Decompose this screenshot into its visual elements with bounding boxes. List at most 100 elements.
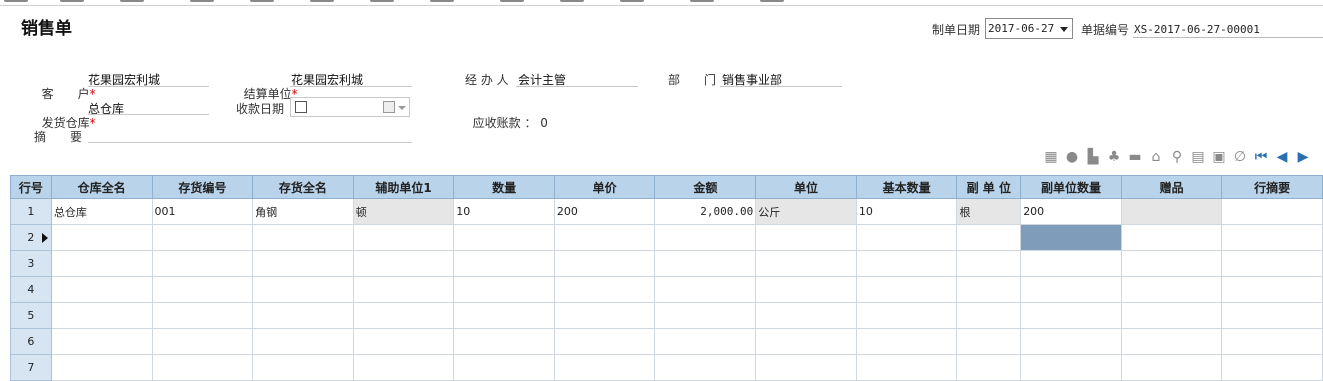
cell-item-code[interactable] [151,250,254,277]
users-icon[interactable]: ♣ [1105,148,1123,166]
col-header-base-qty[interactable]: 基本数量 [855,175,958,199]
cell-warehouse[interactable] [50,354,153,381]
cell-sub-unit[interactable] [956,328,1022,355]
cell-warehouse[interactable] [50,302,153,329]
col-header-quantity[interactable]: 数量 [453,175,555,199]
cell-gift[interactable] [1120,302,1223,329]
search-icon[interactable]: ⚲ [1168,148,1186,166]
table-row[interactable]: 2 [10,224,1323,251]
cell-aux-unit[interactable]: 顿 [352,198,455,225]
cell-sub-qty[interactable] [1020,302,1122,329]
cell-amount[interactable] [654,250,757,277]
cell-item-code[interactable] [151,328,254,355]
cell-quantity[interactable] [453,354,555,381]
col-header-item-code[interactable]: 存货编号 [151,175,254,199]
cell-quantity[interactable] [453,224,555,251]
cell-gift[interactable] [1120,276,1223,303]
cell-row-memo[interactable] [1221,198,1323,225]
cell-sub-unit[interactable] [956,354,1022,381]
cell-sub-qty[interactable]: 200 [1020,198,1122,225]
attachment-icon[interactable]: ∅ [1231,148,1249,166]
col-header-sub-unit[interactable]: 副 单 位 [956,175,1022,199]
cell-warehouse[interactable]: 总仓库 [50,198,153,225]
cell-row-memo[interactable] [1221,276,1323,303]
cell-item-name[interactable] [252,302,354,329]
cell-item-code[interactable] [151,354,254,381]
cell-gift[interactable] [1120,328,1223,355]
cell-amount[interactable]: 2,000.00 [654,198,757,225]
qr-code-icon[interactable]: ▦ [1042,148,1060,166]
cell-unit[interactable] [755,276,857,303]
cell-price[interactable] [553,276,656,303]
save-icon[interactable]: ▬ [1126,148,1144,166]
cell-gift[interactable] [1120,354,1223,381]
table-row[interactable]: 4 [10,276,1323,303]
table-row[interactable]: 1 总仓库 001 角钢顿 10 200 2,000.00 公斤 10 根 200 [10,198,1323,225]
cell-base-qty[interactable] [855,224,958,251]
col-header-amount[interactable]: 金额 [654,175,757,199]
cell-quantity[interactable] [453,302,555,329]
cell-price[interactable] [553,250,656,277]
cell-item-name[interactable] [252,224,354,251]
cell-sub-unit[interactable] [956,250,1022,277]
cell-quantity[interactable] [453,250,555,277]
cell-price[interactable] [553,328,656,355]
cell-amount[interactable] [654,224,757,251]
cell-unit[interactable]: 公斤 [755,198,857,225]
first-page-icon[interactable]: ⏮ [1252,148,1270,166]
col-header-unit[interactable]: 单位 [755,175,857,199]
cell-aux-unit[interactable] [352,276,455,303]
cell-base-qty[interactable] [855,250,958,277]
cell-warehouse[interactable] [50,250,153,277]
cell-item-name[interactable] [252,250,354,277]
chevron-down-icon[interactable] [1056,19,1072,38]
cell-aux-unit[interactable] [352,328,455,355]
cell-item-code[interactable] [151,302,254,329]
cell-row-memo[interactable] [1221,224,1323,251]
cell-base-qty[interactable] [855,354,958,381]
cell-sub-qty[interactable] [1020,354,1122,381]
recvdate-checkbox[interactable] [295,101,307,113]
col-header-aux-unit[interactable]: 辅助单位1 [352,175,455,199]
cell-item-name[interactable] [252,328,354,355]
cell-sub-unit[interactable] [956,302,1022,329]
cell-gift[interactable] [1120,198,1223,225]
col-header-warehouse[interactable]: 仓库全名 [50,175,153,199]
cell-unit[interactable] [755,250,857,277]
cell-item-code[interactable] [151,224,254,251]
comment-icon[interactable]: ● [1063,148,1081,166]
cell-row-memo[interactable] [1221,354,1323,381]
col-header-price[interactable]: 单价 [553,175,656,199]
cell-item-code[interactable]: 001 [151,198,254,225]
cell-unit[interactable] [755,354,857,381]
cell-warehouse[interactable] [50,276,153,303]
cell-gift[interactable] [1120,224,1223,251]
cell-gift[interactable] [1120,250,1223,277]
cell-quantity[interactable] [453,328,555,355]
cell-amount[interactable] [654,276,757,303]
col-header-sub-qty[interactable]: 副单位数量 [1020,175,1122,199]
date-select[interactable]: 2017-06-27 [985,18,1073,39]
cell-sub-unit[interactable]: 根 [956,198,1022,225]
cell-aux-unit[interactable] [352,354,455,381]
cell-base-qty[interactable] [855,302,958,329]
home-icon[interactable]: ⌂ [1147,148,1165,166]
cell-aux-unit[interactable] [352,302,455,329]
col-header-item-name[interactable]: 存货全名 [252,175,354,199]
chevron-down-icon[interactable] [398,106,406,110]
chart-icon[interactable]: ▙ [1084,148,1102,166]
cell-price[interactable] [553,224,656,251]
summary-field[interactable] [88,142,412,143]
cell-warehouse[interactable] [50,328,153,355]
col-header-gift[interactable]: 赠品 [1120,175,1223,199]
cell-sub-qty[interactable] [1020,224,1122,251]
cell-item-code[interactable] [151,276,254,303]
col-header-rowno[interactable]: 行号 [10,175,52,199]
cell-sub-qty[interactable] [1020,250,1122,277]
calendar-icon[interactable]: ▣ [1210,148,1228,166]
cell-unit[interactable] [755,224,857,251]
cell-sub-qty[interactable] [1020,328,1122,355]
table-row[interactable]: 7 [10,354,1323,381]
prev-icon[interactable]: ◀ [1273,148,1291,166]
cell-unit[interactable] [755,328,857,355]
